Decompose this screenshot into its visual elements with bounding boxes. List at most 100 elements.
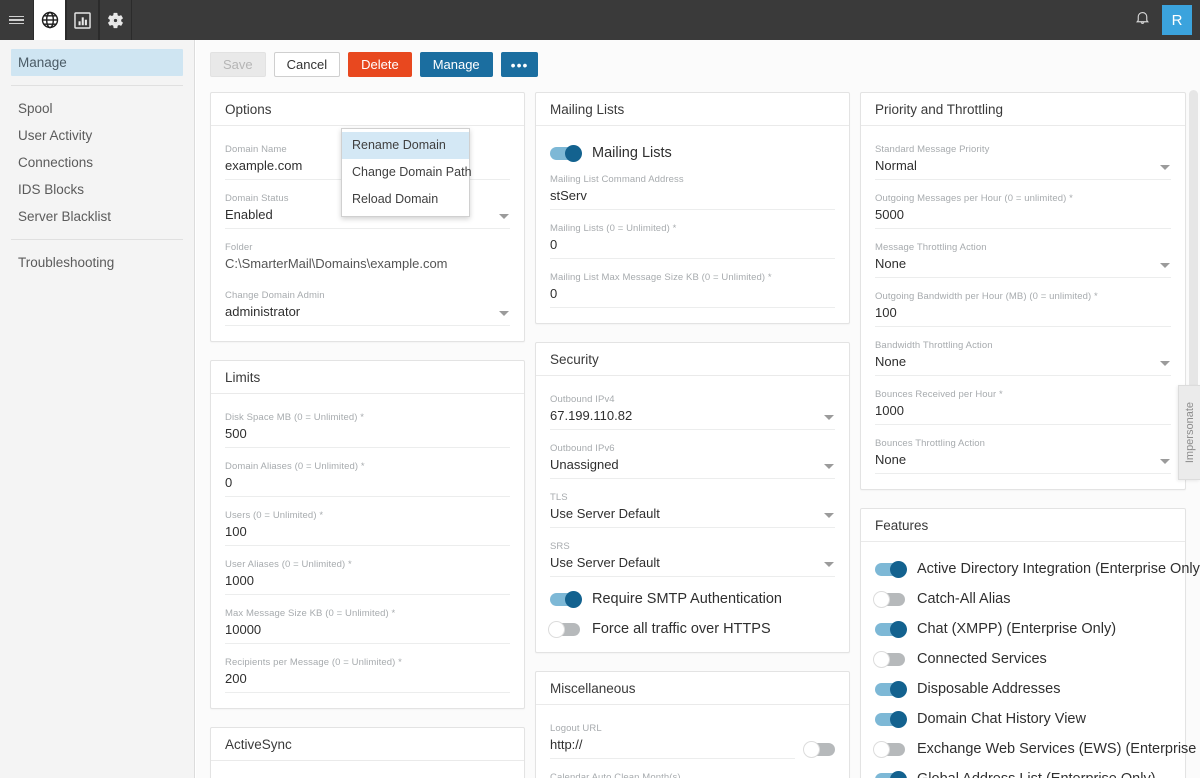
impersonate-tab[interactable]: Impersonate xyxy=(1178,385,1200,480)
nav-tab-domains[interactable] xyxy=(33,0,66,40)
field-max-message-size[interactable]: Max Message Size KB (0 = Unlimited) * 10… xyxy=(225,602,510,644)
field-logout-url[interactable]: Logout URL http:// xyxy=(550,717,795,759)
sidebar-item-ids-blocks[interactable]: IDS Blocks xyxy=(11,176,183,203)
toggle-row-force-https[interactable]: Force all traffic over HTTPS xyxy=(550,614,835,644)
card-body-security: Outbound IPv4 67.199.110.82 Outbound IPv… xyxy=(536,376,849,652)
menu-item-rename-domain[interactable]: Rename Domain xyxy=(342,132,469,159)
toggle-global-address-list[interactable] xyxy=(875,773,905,778)
card-features: Features Active Directory Integration (E… xyxy=(860,508,1186,778)
menu-item-reload-domain[interactable]: Reload Domain xyxy=(342,186,469,213)
toggle-connected-services[interactable] xyxy=(875,653,905,666)
field-mailing-lists-count[interactable]: Mailing Lists (0 = Unlimited) * 0 xyxy=(550,217,835,259)
nav-tab-settings[interactable] xyxy=(99,0,132,40)
toggle-chat-xmpp[interactable] xyxy=(875,623,905,636)
field-outbound-ipv6[interactable]: Outbound IPv6 Unassigned xyxy=(550,437,835,479)
delete-button[interactable]: Delete xyxy=(348,52,412,77)
label-mailing-lists-toggle: Mailing Lists xyxy=(592,145,672,161)
more-actions-button[interactable]: ••• xyxy=(501,52,539,77)
toggle-row-disposable-addresses[interactable]: Disposable Addresses xyxy=(875,674,1171,704)
toggle-row-ews[interactable]: Exchange Web Services (EWS) (Enterprise … xyxy=(875,734,1171,764)
label-chat-xmpp: Chat (XMPP) (Enterprise Only) xyxy=(917,621,1116,637)
chevron-down-icon[interactable] xyxy=(1160,361,1170,366)
value-outgoing-bandwidth-per-hour: 100 xyxy=(875,304,1171,321)
field-message-throttling-action[interactable]: Message Throttling Action None xyxy=(875,236,1171,278)
field-outgoing-messages-per-hour[interactable]: Outgoing Messages per Hour (0 = unlimite… xyxy=(875,187,1171,229)
field-domain-aliases[interactable]: Domain Aliases (0 = Unlimited) * 0 xyxy=(225,455,510,497)
menu-item-change-domain-path[interactable]: Change Domain Path xyxy=(342,159,469,186)
chevron-down-icon[interactable] xyxy=(824,513,834,518)
notifications-button[interactable] xyxy=(1122,0,1162,40)
card-body-priority-throttling: Standard Message Priority Normal Outgoin… xyxy=(861,126,1185,489)
sidebar-item-spool[interactable]: Spool xyxy=(11,95,183,122)
label-ews: Exchange Web Services (EWS) (Enterprise … xyxy=(917,741,1200,757)
cancel-button[interactable]: Cancel xyxy=(274,52,340,77)
toggle-row-active-directory[interactable]: Active Directory Integration (Enterprise… xyxy=(875,554,1171,584)
field-outgoing-bandwidth-per-hour[interactable]: Outgoing Bandwidth per Hour (MB) (0 = un… xyxy=(875,285,1171,327)
manage-button[interactable]: Manage xyxy=(420,52,493,77)
sidebar-item-connections[interactable]: Connections xyxy=(11,149,183,176)
avatar[interactable]: R xyxy=(1162,5,1192,35)
field-mailing-list-command-address[interactable]: Mailing List Command Address stServ xyxy=(550,168,835,210)
sidebar-item-manage[interactable]: Manage xyxy=(11,49,183,76)
field-standard-message-priority[interactable]: Standard Message Priority Normal xyxy=(875,138,1171,180)
toggle-row-connected-services[interactable]: Connected Services xyxy=(875,644,1171,674)
hamburger-icon[interactable] xyxy=(0,0,33,40)
sidebar-item-server-blacklist[interactable]: Server Blacklist xyxy=(11,203,183,230)
chevron-down-icon[interactable] xyxy=(499,311,509,316)
toggle-disposable-addresses[interactable] xyxy=(875,683,905,696)
label-global-address-list: Global Address List (Enterprise Only) xyxy=(917,771,1156,778)
toggle-row-chat-xmpp[interactable]: Chat (XMPP) (Enterprise Only) xyxy=(875,614,1171,644)
toggle-domain-chat-history[interactable] xyxy=(875,713,905,726)
value-user-aliases: 1000 xyxy=(225,572,510,589)
toggle-catch-all-alias[interactable] xyxy=(875,593,905,606)
chevron-down-icon[interactable] xyxy=(824,562,834,567)
label-outbound-ipv6: Outbound IPv6 xyxy=(550,443,835,454)
toggle-row-require-smtp-auth[interactable]: Require SMTP Authentication xyxy=(550,584,835,614)
label-active-directory: Active Directory Integration (Enterprise… xyxy=(917,561,1200,577)
field-srs[interactable]: SRS Use Server Default xyxy=(550,535,835,577)
chevron-down-icon[interactable] xyxy=(824,464,834,469)
label-tls: TLS xyxy=(550,492,835,503)
field-calendar-auto-clean[interactable]: Calendar Auto Clean Month(s) 12 xyxy=(550,766,835,778)
label-disposable-addresses: Disposable Addresses xyxy=(917,681,1060,697)
card-title-features: Features xyxy=(861,509,1185,542)
nav-tab-reports[interactable] xyxy=(66,0,99,40)
field-change-domain-admin[interactable]: Change Domain Admin administrator xyxy=(225,284,510,326)
field-users[interactable]: Users (0 = Unlimited) * 100 xyxy=(225,504,510,546)
toggle-row-mailing-lists[interactable]: Mailing Lists xyxy=(550,138,835,168)
chevron-down-icon[interactable] xyxy=(824,415,834,420)
field-outbound-ipv4[interactable]: Outbound IPv4 67.199.110.82 xyxy=(550,388,835,430)
value-outbound-ipv6: Unassigned xyxy=(550,456,835,473)
card-activesync: ActiveSync ActiveSync Accounts (0 = Unli… xyxy=(210,727,525,778)
toggle-mailing-lists[interactable] xyxy=(550,147,580,160)
field-recipients-per-message[interactable]: Recipients per Message (0 = Unlimited) *… xyxy=(225,651,510,693)
field-bounces-received-per-hour[interactable]: Bounces Received per Hour * 1000 xyxy=(875,383,1171,425)
field-user-aliases[interactable]: User Aliases (0 = Unlimited) * 1000 xyxy=(225,553,510,595)
chevron-down-icon[interactable] xyxy=(1160,459,1170,464)
toggle-require-smtp-auth[interactable] xyxy=(550,593,580,606)
value-disk-space: 500 xyxy=(225,425,510,442)
toggle-active-directory[interactable] xyxy=(875,563,905,576)
field-activesync-accounts[interactable]: ActiveSync Accounts (0 = Unlimited) * 0 xyxy=(225,773,510,778)
chevron-down-icon[interactable] xyxy=(499,214,509,219)
label-mailing-list-max-size: Mailing List Max Message Size KB (0 = Un… xyxy=(550,272,835,283)
field-disk-space[interactable]: Disk Space MB (0 = Unlimited) * 500 xyxy=(225,406,510,448)
field-bounces-throttling-action[interactable]: Bounces Throttling Action None xyxy=(875,432,1171,474)
toggle-logout-url[interactable] xyxy=(805,743,835,756)
toggle-row-domain-chat-history[interactable]: Domain Chat History View xyxy=(875,704,1171,734)
toggle-row-global-address-list[interactable]: Global Address List (Enterprise Only) xyxy=(875,764,1171,778)
toggle-ews[interactable] xyxy=(875,743,905,756)
toggle-row-catch-all-alias[interactable]: Catch-All Alias xyxy=(875,584,1171,614)
chevron-down-icon[interactable] xyxy=(1160,165,1170,170)
card-title-priority-throttling: Priority and Throttling xyxy=(861,93,1185,126)
chevron-down-icon[interactable] xyxy=(1160,263,1170,268)
field-mailing-list-max-size[interactable]: Mailing List Max Message Size KB (0 = Un… xyxy=(550,266,835,308)
sidebar-item-troubleshooting[interactable]: Troubleshooting xyxy=(11,249,183,276)
sidebar-item-user-activity[interactable]: User Activity xyxy=(11,122,183,149)
field-bandwidth-throttling-action[interactable]: Bandwidth Throttling Action None xyxy=(875,334,1171,376)
card-title-options: Options xyxy=(211,93,524,126)
save-button[interactable]: Save xyxy=(210,52,266,77)
field-tls[interactable]: TLS Use Server Default xyxy=(550,486,835,528)
toggle-force-https[interactable] xyxy=(550,623,580,636)
value-tls: Use Server Default xyxy=(550,505,835,522)
